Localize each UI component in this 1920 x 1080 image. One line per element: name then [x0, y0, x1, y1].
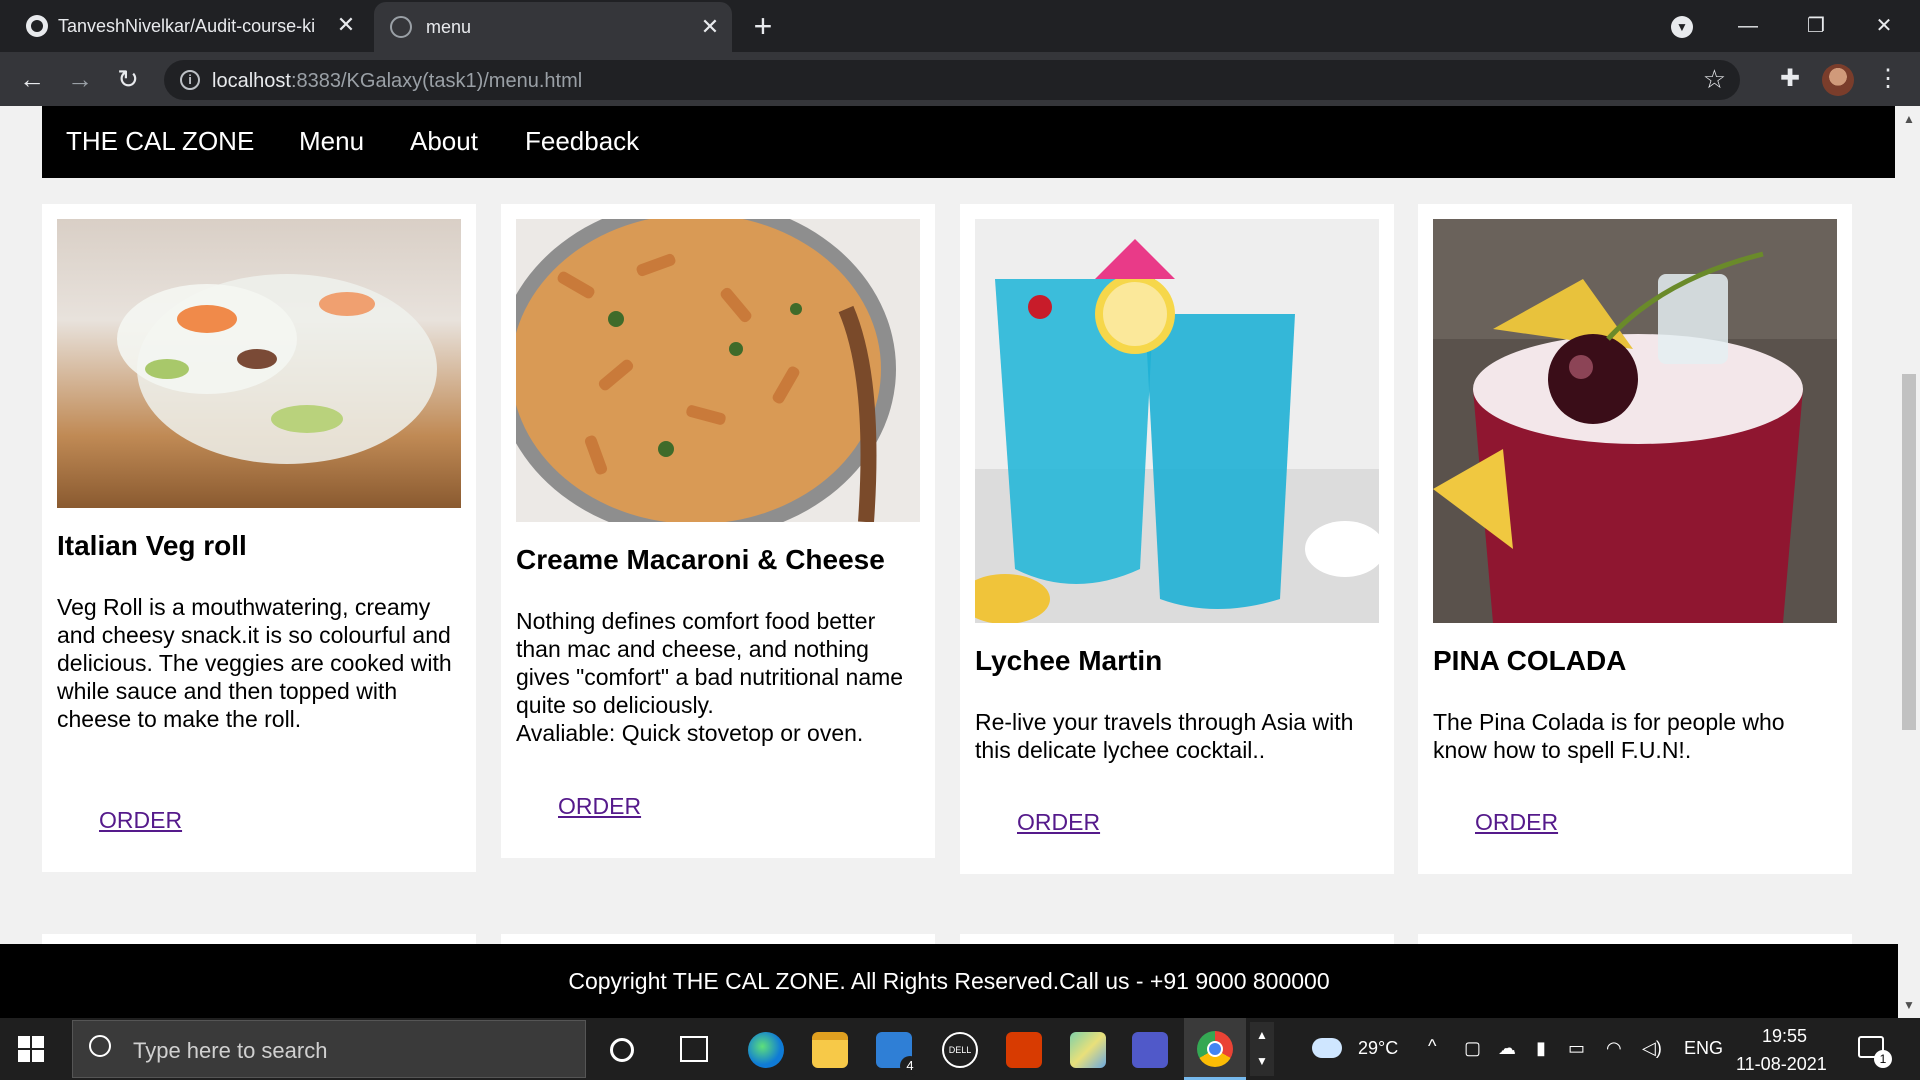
- chevron-up-icon[interactable]: ^: [1428, 1036, 1436, 1057]
- lychee-martini-image: [975, 219, 1379, 623]
- notification-badge: 1: [1874, 1050, 1892, 1068]
- globe-icon: [390, 16, 412, 38]
- minimize-button[interactable]: —: [1728, 8, 1768, 44]
- weather-temp[interactable]: 29°C: [1358, 1038, 1398, 1059]
- chrome-icon[interactable]: [1184, 1018, 1246, 1080]
- vertical-scrollbar[interactable]: ▲ ▼: [1898, 106, 1920, 1018]
- tab-github[interactable]: TanveshNivelkar/Audit-course-ki ✕: [14, 0, 368, 52]
- windows-taskbar: Type here to search 4 DELL ▲ ▼ 29°C ^ ▢ ☁…: [0, 1018, 1920, 1080]
- tab-menu[interactable]: menu ✕: [374, 2, 732, 52]
- app-3d-icon[interactable]: [1070, 1032, 1106, 1068]
- nav-feedback-link[interactable]: Feedback: [525, 126, 639, 157]
- back-button[interactable]: ←: [14, 61, 50, 97]
- extensions-icon[interactable]: ✚: [1772, 61, 1808, 97]
- site-navbar: THE CAL ZONE Menu About Feedback: [42, 106, 1895, 178]
- nav-menu-link[interactable]: Menu: [299, 126, 364, 157]
- card-description: Nothing defines comfort food better than…: [516, 607, 926, 747]
- mail-icon[interactable]: 4: [876, 1032, 920, 1076]
- page-viewport: THE CAL ZONE Menu About Feedback Italian…: [0, 106, 1898, 1018]
- tab-title: menu: [426, 16, 472, 37]
- card-title: Italian Veg roll: [57, 530, 247, 561]
- nav-about-link[interactable]: About: [410, 126, 478, 157]
- onedrive-icon[interactable]: ☁: [1498, 1038, 1516, 1059]
- close-window-button[interactable]: ✕: [1864, 8, 1904, 44]
- github-icon: [26, 15, 48, 37]
- close-icon[interactable]: ✕: [698, 15, 722, 39]
- volume-icon[interactable]: ◁): [1642, 1038, 1662, 1059]
- info-icon[interactable]: i: [180, 70, 200, 90]
- card-description: Veg Roll is a mouthwatering, creamy and …: [57, 594, 452, 732]
- forward-button[interactable]: →: [62, 61, 98, 97]
- search-placeholder: Type here to search: [133, 1038, 328, 1063]
- availability-text: Avaliable: Quick stovetop or oven.: [516, 720, 864, 746]
- url-host: localhost: [212, 70, 291, 92]
- tab-search-icon[interactable]: ▼: [1662, 8, 1702, 44]
- site-footer: Copyright THE CAL ZONE. All Rights Reser…: [0, 944, 1898, 1018]
- meet-now-icon[interactable]: ▢: [1464, 1038, 1481, 1059]
- description-text: Nothing defines comfort food better than…: [516, 608, 904, 718]
- weather-icon[interactable]: [1312, 1038, 1342, 1058]
- office-icon[interactable]: [1006, 1032, 1042, 1068]
- file-explorer-icon[interactable]: [812, 1032, 848, 1068]
- address-bar[interactable]: i localhost:8383/KGalaxy(task1)/menu.htm…: [164, 60, 1740, 100]
- battery-icon[interactable]: ▭: [1568, 1038, 1585, 1059]
- scroll-down-icon[interactable]: ▼: [1902, 998, 1916, 1012]
- clock-time[interactable]: 19:55: [1762, 1026, 1807, 1047]
- browser-tab-strip: TanveshNivelkar/Audit-course-ki ✕ menu ✕…: [0, 0, 1920, 52]
- pina-colada-image: [1433, 219, 1837, 623]
- teams-icon[interactable]: [1132, 1032, 1168, 1068]
- macaroni-image: [516, 219, 920, 522]
- task-view-icon[interactable]: [680, 1036, 708, 1062]
- edge-icon[interactable]: [748, 1032, 784, 1068]
- order-link[interactable]: ORDER: [558, 793, 641, 820]
- browser-toolbar: ← → ↻ i localhost:8383/KGalaxy(task1)/me…: [0, 52, 1920, 106]
- order-link[interactable]: ORDER: [99, 807, 182, 834]
- clock-date[interactable]: 11-08-2021: [1736, 1054, 1827, 1075]
- taskbar-scroll-icon[interactable]: ▲ ▼: [1250, 1022, 1274, 1076]
- restore-button[interactable]: ❐: [1796, 8, 1836, 44]
- language-indicator[interactable]: ENG: [1684, 1038, 1723, 1059]
- menu-card: Italian Veg roll Veg Roll is a mouthwate…: [42, 204, 476, 872]
- taskbar-search-input[interactable]: Type here to search: [72, 1020, 586, 1078]
- card-title: Lychee Martin: [975, 645, 1163, 676]
- brand-link[interactable]: THE CAL ZONE: [66, 126, 254, 157]
- card-description: Re-live your travels through Asia with t…: [975, 709, 1354, 763]
- cortana-icon[interactable]: [610, 1038, 634, 1062]
- wifi-icon[interactable]: ◠: [1606, 1038, 1622, 1059]
- url-path: :8383/KGalaxy(task1)/menu.html: [290, 70, 583, 92]
- scroll-thumb[interactable]: [1902, 374, 1916, 730]
- veg-roll-image: [57, 219, 461, 508]
- order-link[interactable]: ORDER: [1475, 809, 1558, 836]
- menu-card: Lychee Martin Re-live your travels throu…: [960, 204, 1394, 874]
- new-tab-button[interactable]: +: [748, 10, 778, 42]
- dell-icon[interactable]: DELL: [942, 1032, 978, 1068]
- menu-card: PINA COLADA The Pina Colada is for peopl…: [1418, 204, 1852, 874]
- microphone-icon[interactable]: ▮: [1536, 1038, 1546, 1059]
- search-icon: [89, 1035, 111, 1057]
- bookmark-star-icon[interactable]: ☆: [1703, 64, 1726, 95]
- card-title: PINA COLADA: [1433, 645, 1627, 676]
- scroll-up-icon[interactable]: ▲: [1902, 112, 1916, 126]
- card-title: Creame Macaroni & Cheese: [516, 544, 885, 575]
- reload-button[interactable]: ↻: [110, 61, 146, 97]
- order-link[interactable]: ORDER: [1017, 809, 1100, 836]
- windows-start-icon[interactable]: [16, 1034, 46, 1064]
- notification-icon[interactable]: 1: [1858, 1036, 1892, 1068]
- mail-badge: 4: [900, 1056, 920, 1076]
- tab-title: TanveshNivelkar/Audit-course-ki: [58, 15, 316, 36]
- menu-card: Creame Macaroni & Cheese Nothing defines…: [501, 204, 935, 858]
- avatar[interactable]: [1822, 64, 1854, 96]
- menu-kebab-icon[interactable]: ⋮: [1870, 61, 1906, 97]
- card-description: The Pina Colada is for people who know h…: [1433, 709, 1785, 763]
- close-icon[interactable]: ✕: [334, 13, 358, 37]
